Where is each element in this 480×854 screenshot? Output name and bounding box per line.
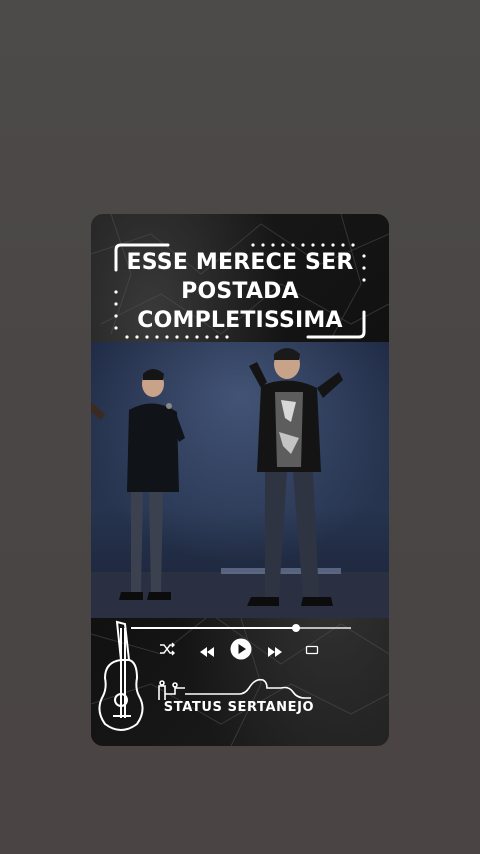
shuffle-button[interactable] xyxy=(159,642,175,656)
guitar-icon xyxy=(98,620,144,731)
fast-forward-button[interactable] xyxy=(267,644,283,657)
fast-forward-icon xyxy=(268,647,282,657)
headline-line-3: COMPLETISSIMA xyxy=(137,308,343,333)
headline-line-2: POSTADA xyxy=(181,279,299,304)
shuffle-icon xyxy=(160,642,175,656)
music-player: STATUS SERTANEJO xyxy=(91,618,389,746)
rewind-icon xyxy=(200,647,214,657)
progress-knob[interactable] xyxy=(292,624,300,632)
brand-name: STATUS SERTANEJO xyxy=(163,700,315,715)
play-button[interactable] xyxy=(230,638,252,660)
progress-bar[interactable] xyxy=(131,624,351,632)
concert-photo xyxy=(91,342,389,618)
play-icon xyxy=(230,638,252,660)
headline: ESSE MERECE SER POSTADA COMPLETISSIMA xyxy=(113,248,367,335)
rewind-button[interactable] xyxy=(199,644,215,657)
repeat-icon xyxy=(305,645,319,655)
story-card: ESSE MERECE SER POSTADA COMPLETISSIMA ST… xyxy=(91,214,389,746)
progress-fill xyxy=(131,627,296,629)
headline-line-1: ESSE MERECE SER xyxy=(126,250,354,275)
repeat-button[interactable] xyxy=(305,643,319,655)
